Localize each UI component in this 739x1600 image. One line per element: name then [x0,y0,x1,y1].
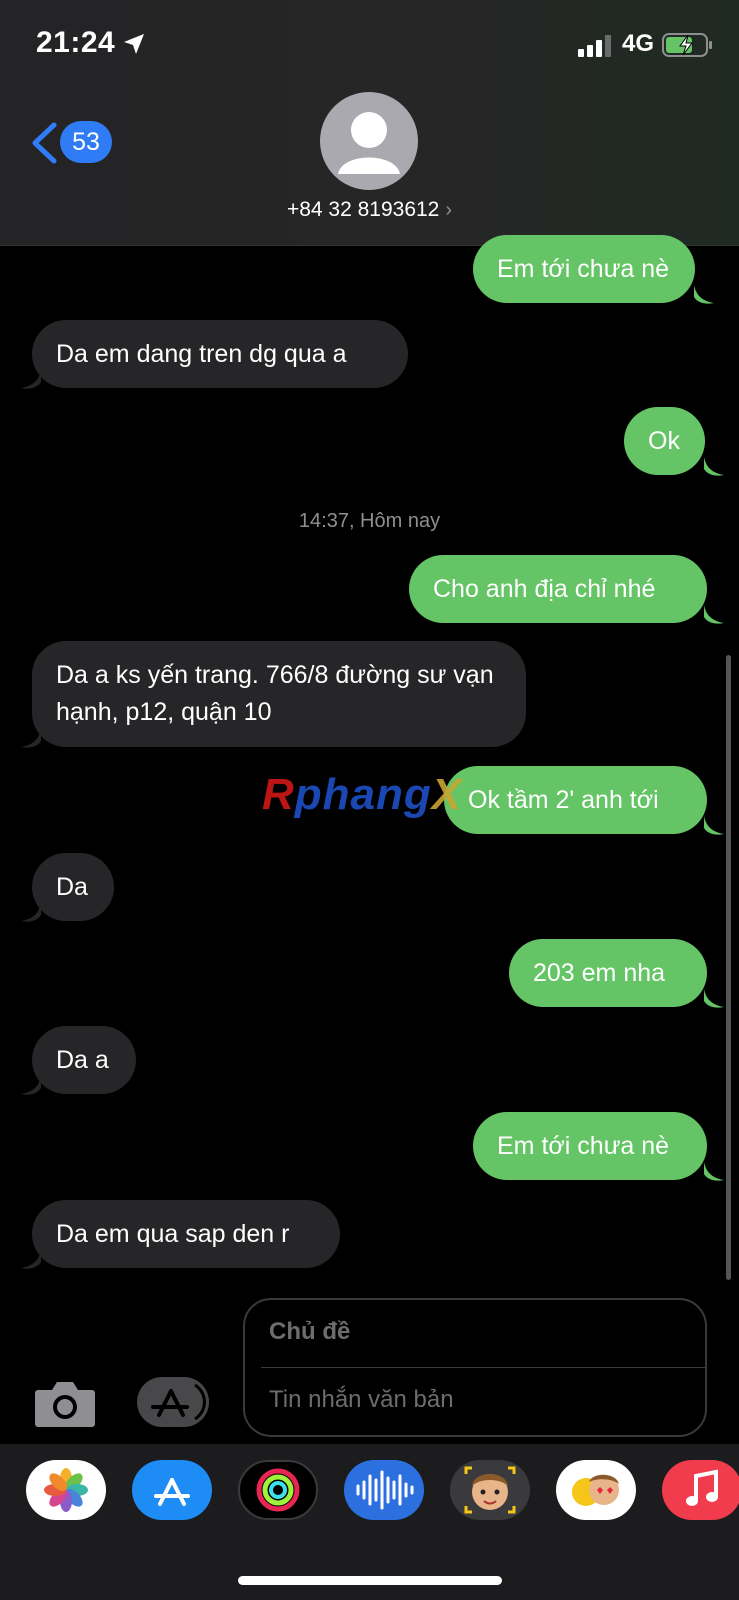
message-outgoing[interactable]: 203 em nha [509,939,707,1007]
contact-name[interactable]: +84 32 8193612 › [0,198,739,222]
bubble-tail [704,457,724,476]
bubble-tail [21,1076,41,1095]
back-button[interactable]: 53 [30,118,120,168]
activity-icon[interactable] [238,1460,318,1520]
camera-icon[interactable] [34,1378,96,1428]
location-arrow-icon [124,34,144,54]
message-outgoing[interactable]: Em tới chưa nè [473,235,695,303]
contact-number: +84 32 8193612 [286,198,440,221]
watermark-part: X [431,770,463,819]
memoji-icon[interactable] [450,1460,530,1520]
message-outgoing[interactable]: Em tới chưa nè [473,1112,707,1180]
bubble-tail [694,285,714,304]
status-time: 21:24 [36,26,116,59]
bubble-tail [704,605,724,624]
chevron-right-icon: › [445,199,453,221]
message-incoming[interactable]: Da a ks yến trang. 766/8 đường sư vạn hạ… [32,641,526,747]
home-indicator[interactable] [238,1576,502,1585]
message-outgoing[interactable]: Ok [624,407,705,475]
conversation-header: 21:24 4G 53 +84 32 8193612 › [0,0,739,246]
audio-message-icon[interactable] [344,1460,424,1520]
app-store-button[interactable] [137,1377,209,1427]
compose-box[interactable]: Chủ đề Tin nhắn văn bản [243,1298,707,1437]
bubble-tail [21,370,41,389]
person-icon [338,112,400,174]
memoji-stickers-icon[interactable] [556,1460,636,1520]
app-store-icon[interactable] [132,1460,212,1520]
cellular-signal-icon [578,35,611,57]
bubble-tail [704,816,724,835]
bubble-tail [21,903,41,922]
chevron-left-icon [32,122,57,164]
battery-charging-icon [662,33,712,57]
message-timestamp: 14:37, Hôm nay [298,510,441,532]
watermark-part: phang [294,770,432,819]
message-outgoing[interactable]: Ok tầm 2' anh tới [444,766,707,834]
watermark-logo: RphangX [262,770,462,820]
photos-icon[interactable] [26,1460,106,1520]
watermark-part: R [262,770,295,819]
message-outgoing[interactable]: Cho anh địa chỉ nhé [409,555,707,623]
message-incoming[interactable]: Da em qua sap den r [32,1200,340,1268]
network-type: 4G [622,30,655,57]
bubble-tail [21,1250,41,1269]
app-store-icon [151,1383,206,1421]
message-incoming[interactable]: Da [32,853,114,921]
message-field[interactable]: Tin nhắn văn bản [269,1386,454,1414]
compose-divider [261,1367,705,1368]
unread-count-badge: 53 [60,121,112,163]
scrollbar[interactable] [726,655,731,1280]
bubble-tail [704,1162,724,1181]
bubble-tail [21,729,41,748]
contact-avatar[interactable] [320,92,418,190]
message-incoming[interactable]: Da em dang tren dg qua a [32,320,408,388]
subject-field[interactable]: Chủ đề [269,1318,350,1346]
music-icon[interactable] [662,1460,739,1520]
bubble-tail [704,989,724,1008]
message-incoming[interactable]: Da a [32,1026,136,1094]
